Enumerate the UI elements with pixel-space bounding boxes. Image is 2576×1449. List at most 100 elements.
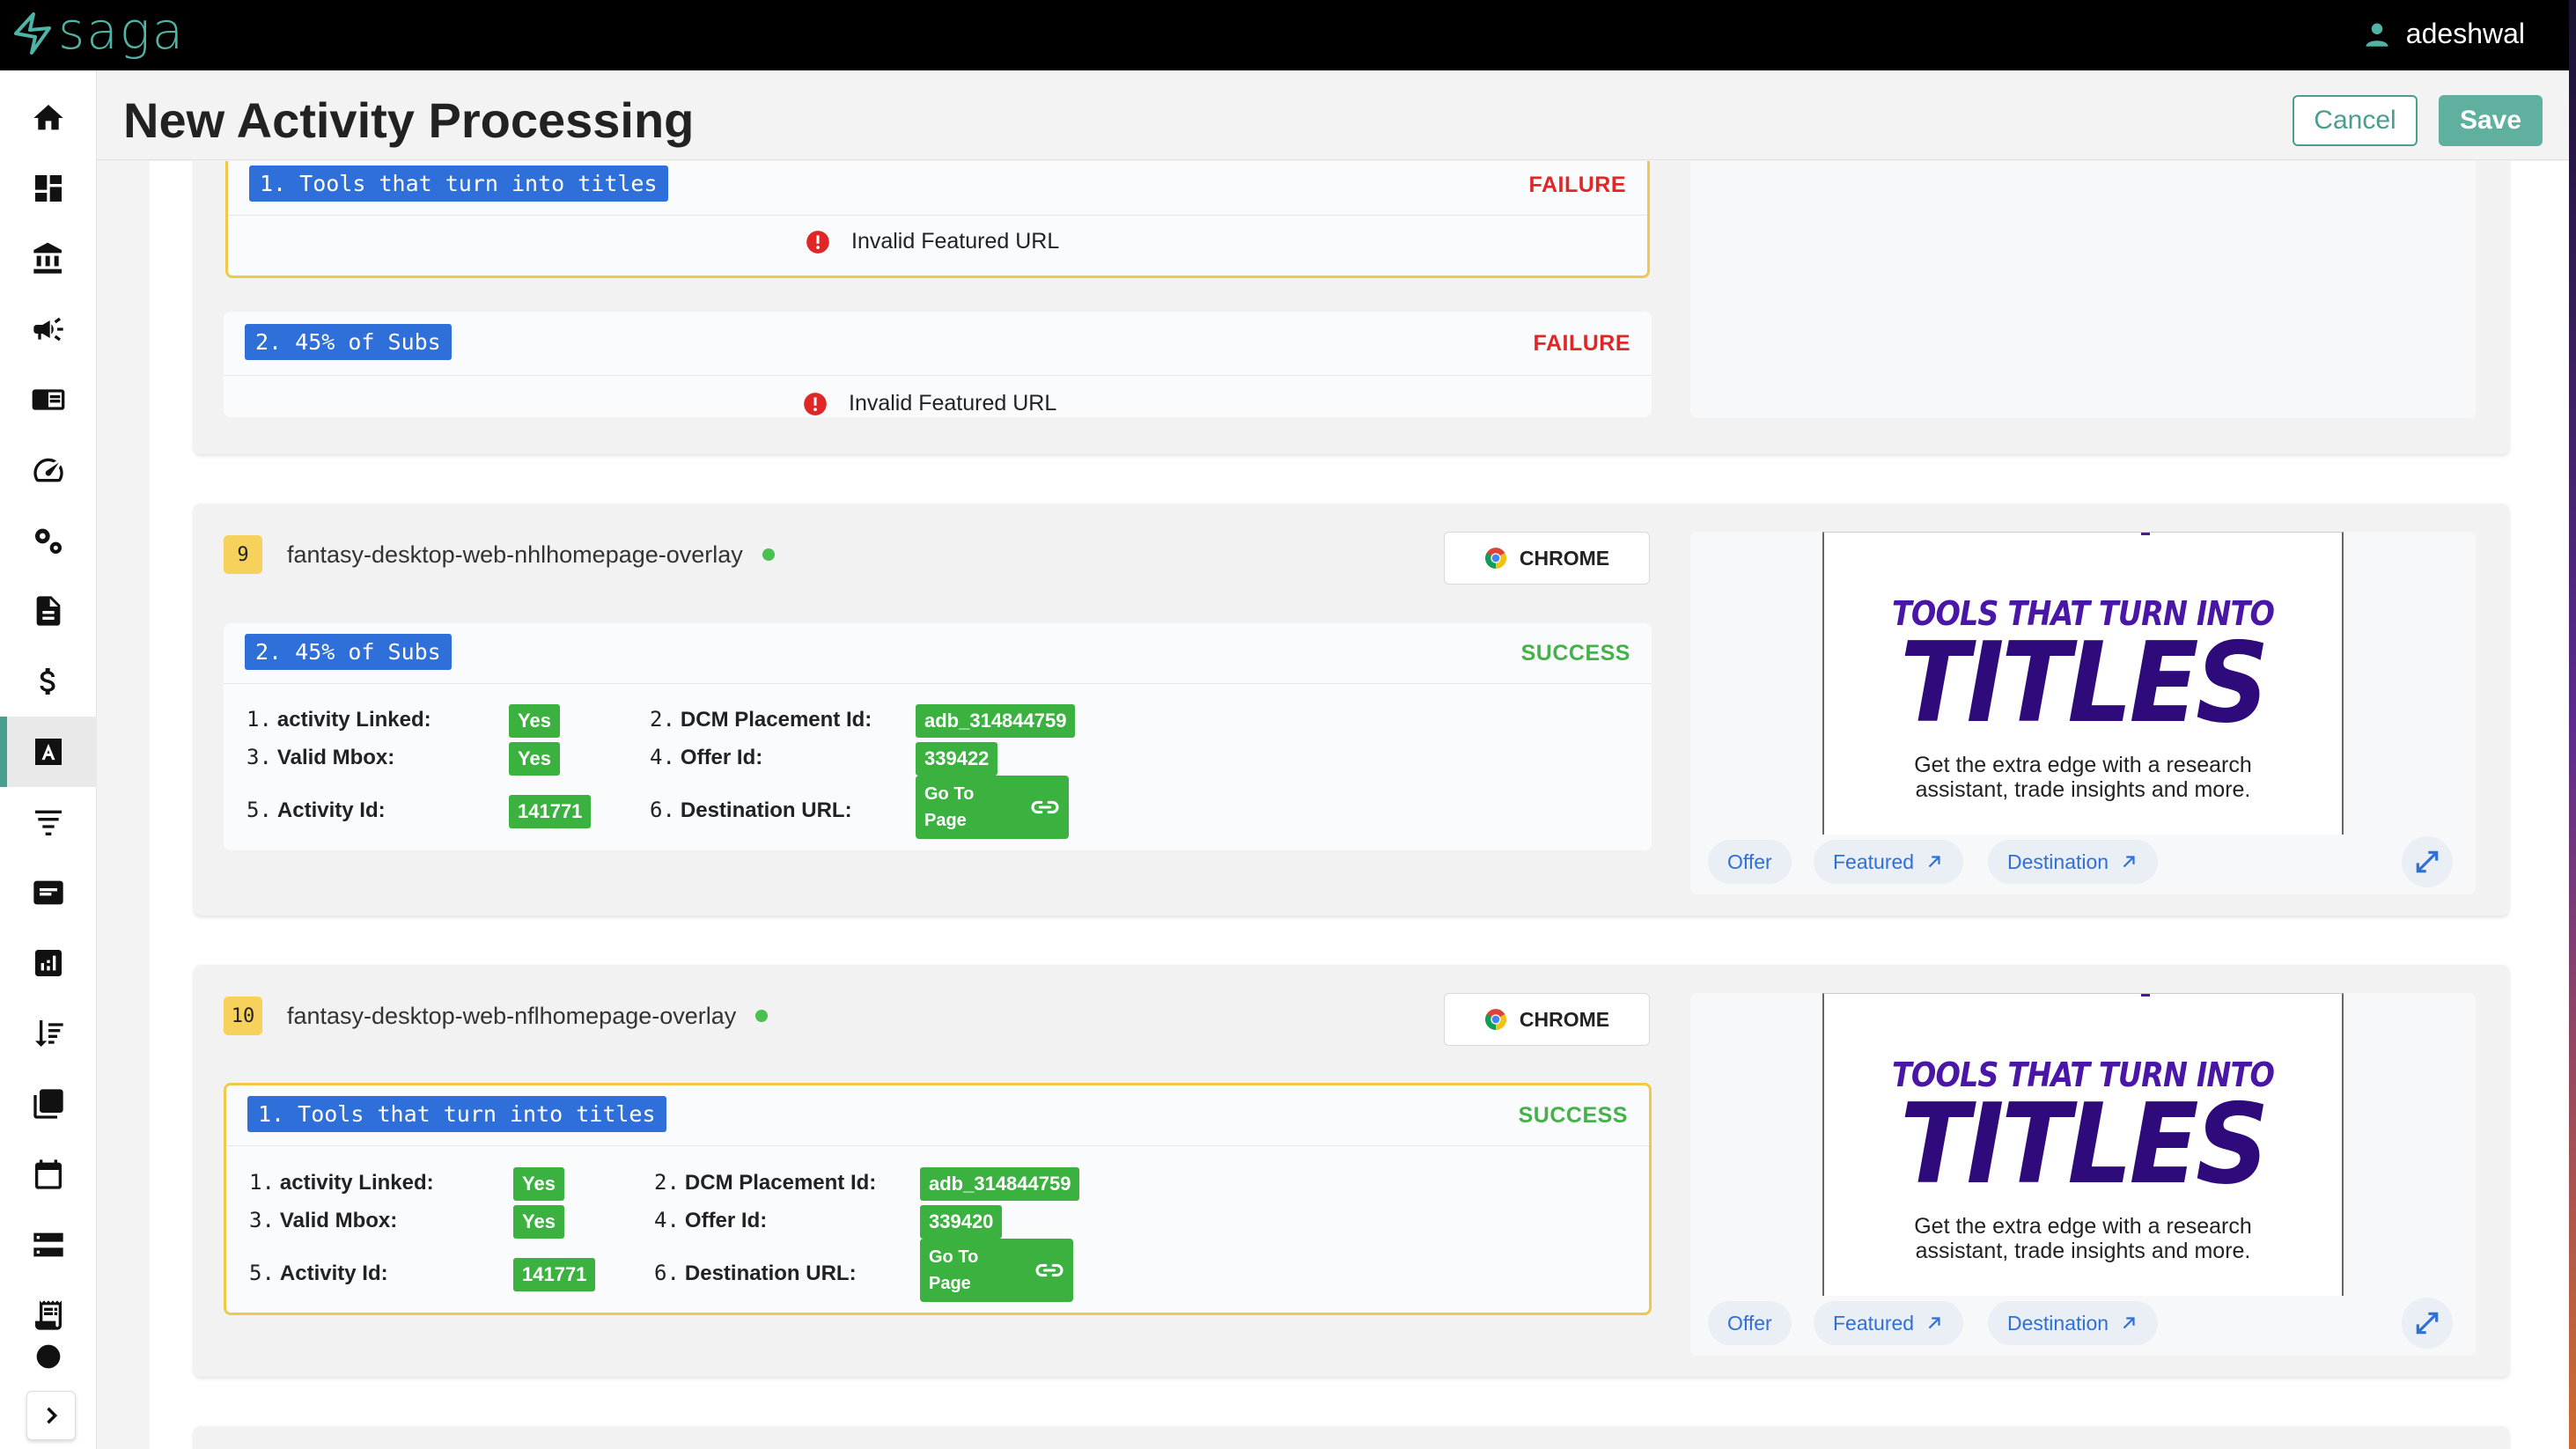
app-window: saga adeshwal New Activity Processing Ca… <box>0 0 2569 1449</box>
featured-chip[interactable]: Featured <box>1814 1301 1964 1345</box>
sidebar <box>0 70 97 1449</box>
sidebar-item-calendar[interactable] <box>0 1139 97 1210</box>
field-label-valid-mbox: 3. Valid Mbox: <box>247 745 395 769</box>
error-text: Invalid Featured URL <box>849 391 1057 416</box>
page-label: Page <box>929 1274 971 1293</box>
offer-chip[interactable]: Offer <box>1708 1301 1792 1345</box>
preview-panel: TOOLS THAT TURN INTO TITLES Get the extr… <box>1690 532 2476 894</box>
error-icon <box>806 230 829 254</box>
status-dot <box>755 1010 769 1022</box>
sidebar-item-bank[interactable] <box>0 224 97 294</box>
ad-subtext-line: Get the extra edge with a research <box>1914 1214 2252 1239</box>
sidebar-item-reports[interactable] <box>0 928 97 998</box>
logo-text: saga <box>58 1 186 61</box>
saga-logo[interactable]: saga <box>11 5 185 62</box>
sidebar-item-more[interactable] <box>0 1343 97 1370</box>
sidebar-item-documents[interactable] <box>0 576 97 646</box>
sidebar-item-messages[interactable] <box>0 857 97 928</box>
ad-top-mark <box>2141 533 2150 535</box>
cancel-button[interactable]: Cancel <box>2293 95 2418 146</box>
expand-preview-button[interactable] <box>2402 1298 2453 1349</box>
go-to-page-button[interactable]: Go To Page <box>916 776 1069 839</box>
link-icon <box>1031 800 1059 814</box>
expand-icon <box>2416 850 2439 873</box>
offer-chip[interactable]: Offer <box>1708 840 1792 884</box>
sidebar-item-dashboard[interactable] <box>0 153 97 224</box>
error-icon <box>804 392 827 416</box>
expand-preview-button[interactable] <box>2402 836 2453 887</box>
sidebar-item-filters[interactable] <box>0 787 97 857</box>
browser-badge[interactable]: CHROME <box>1444 993 1650 1046</box>
sidebar-item-text[interactable] <box>0 717 97 787</box>
sidebar-item-copies[interactable] <box>0 1069 97 1139</box>
status-label: SUCCESS <box>1518 1103 1628 1128</box>
user-name: adeshwal <box>2405 18 2525 49</box>
save-button[interactable]: Save <box>2439 95 2543 146</box>
ad-preview-image[interactable]: TOOLS THAT TURN INTO TITLES Get the extr… <box>1822 532 2344 835</box>
browser-name: CHROME <box>1519 1007 1610 1031</box>
sidebar-expand-button[interactable] <box>26 1391 76 1440</box>
chip-label: Featured <box>1833 850 1915 873</box>
activity-card: 9 fantasy-desktop-web-nhlhomepage-overla… <box>194 504 2509 916</box>
browser-name: CHROME <box>1519 546 1610 570</box>
sidebar-item-layouts[interactable] <box>0 364 97 435</box>
featured-chip[interactable]: Featured <box>1814 840 1964 884</box>
ad-headline-large: TITLES <box>1900 1079 2269 1209</box>
speed-icon <box>33 458 63 482</box>
ad-top-mark <box>2141 994 2150 997</box>
sidebar-item-billing[interactable] <box>0 646 97 717</box>
open-external-icon <box>2123 856 2135 868</box>
divider <box>226 1145 1649 1146</box>
bank-icon <box>33 242 62 274</box>
activity-name[interactable]: fantasy-desktop-web-nflhomepage-overlay <box>287 1003 736 1030</box>
offer-panel: 1. Tools that turn into titles FAILURE I… <box>225 161 1650 278</box>
ad-subtext-line: Get the extra edge with a research <box>1914 753 2252 777</box>
activity-header: 9 fantasy-desktop-web-nhlhomepage-overla… <box>224 535 775 574</box>
destination-chip[interactable]: Destination <box>1988 840 2159 884</box>
go-to-label: Go To <box>929 1247 979 1267</box>
logo-mark-icon <box>14 12 51 55</box>
text-icon <box>35 739 62 765</box>
home-icon <box>33 105 63 130</box>
field-label-activity-id: 5. Activity Id: <box>247 798 386 822</box>
status-label: SUCCESS <box>1520 641 1630 666</box>
sidebar-item-campaigns[interactable] <box>0 294 97 364</box>
go-to-page-button[interactable]: Go To Page <box>920 1239 1073 1302</box>
sidebar-item-settings[interactable] <box>0 505 97 576</box>
page-label: Page <box>924 811 967 830</box>
field-label-destination-url: 6. Destination URL: <box>650 798 852 822</box>
calendar-icon <box>35 1159 62 1189</box>
open-external-icon <box>1928 856 1940 868</box>
ad-preview-image[interactable]: TOOLS THAT TURN INTO TITLES Get the extr… <box>1822 993 2344 1296</box>
field-value-activity-id: 141771 <box>513 1258 596 1291</box>
sidebar-item-home[interactable] <box>0 83 97 153</box>
browser-badge[interactable]: CHROME <box>1444 532 1650 585</box>
activity-header: 10 fantasy-desktop-web-nflhomepage-overl… <box>224 997 769 1035</box>
sidebar-item-speed[interactable] <box>0 435 97 505</box>
ad-headline-large: TITLES <box>1900 618 2269 747</box>
sidebar-item-sort[interactable] <box>0 998 97 1069</box>
offer-panel: 2. 45% of Subs SUCCESS 1. activity Linked… <box>224 623 1652 850</box>
field-value-dcm-placement: adb_314844759 <box>916 704 1076 738</box>
field-value-activity-id: 141771 <box>509 795 592 828</box>
activity-name[interactable]: fantasy-desktop-web-nhlhomepage-overlay <box>287 541 743 569</box>
go-to-label: Go To <box>924 784 975 804</box>
field-label-dcm-placement: 2. DCM Placement Id: <box>654 1170 877 1195</box>
field-label-destination-url: 6. Destination URL: <box>654 1261 857 1285</box>
sidebar-item-storage[interactable] <box>0 1210 97 1280</box>
page-title: New Activity Processing <box>123 92 695 148</box>
activity-card <box>194 1426 2509 1449</box>
open-external-icon <box>2123 1317 2135 1329</box>
open-external-icon <box>1928 1317 1940 1329</box>
offer-panel: 2. 45% of Subs FAILURE Invalid Featured … <box>224 312 1652 417</box>
dollar-icon <box>40 668 55 695</box>
chart-icon <box>35 950 62 976</box>
error-message: Invalid Featured URL <box>806 229 1059 254</box>
user-menu[interactable]: adeshwal <box>2364 18 2525 50</box>
expand-icon <box>2416 1312 2439 1335</box>
field-label-activity-id: 5. Activity Id: <box>249 1261 388 1285</box>
content-area[interactable]: 1. Tools that turn into titles FAILURE I… <box>97 161 2569 1449</box>
page-header: New Activity Processing Cancel Save <box>97 70 2569 160</box>
destination-chip[interactable]: Destination <box>1988 1301 2159 1345</box>
field-value-valid-mbox: Yes <box>513 1205 564 1239</box>
